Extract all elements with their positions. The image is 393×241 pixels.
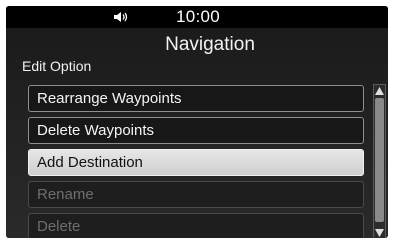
nav-screen: 10:00 Navigation Edit Option Rearrange W… (6, 6, 388, 238)
scroll-up-arrow-icon[interactable] (374, 86, 385, 96)
clock: 10:00 (176, 7, 221, 26)
menu-item-rename[interactable]: Rename (28, 181, 364, 208)
scrollbar[interactable] (373, 84, 386, 238)
menu-item-delete[interactable]: Delete (28, 213, 364, 238)
speaker-icon (114, 12, 128, 22)
menu-item-delete-waypoints[interactable]: Delete Waypoints (28, 117, 364, 144)
scroll-down-arrow-icon[interactable] (374, 228, 385, 238)
content-area: Navigation Edit Option Rearrange Waypoin… (6, 28, 388, 238)
status-bar: 10:00 (6, 6, 388, 28)
page-title: Navigation (165, 34, 255, 55)
menu-item-add-destination[interactable]: Add Destination (28, 149, 364, 176)
menu-item-rearrange-waypoints[interactable]: Rearrange Waypoints (28, 85, 364, 112)
page-subtitle: Edit Option (22, 58, 92, 74)
scroll-thumb[interactable] (375, 98, 384, 222)
